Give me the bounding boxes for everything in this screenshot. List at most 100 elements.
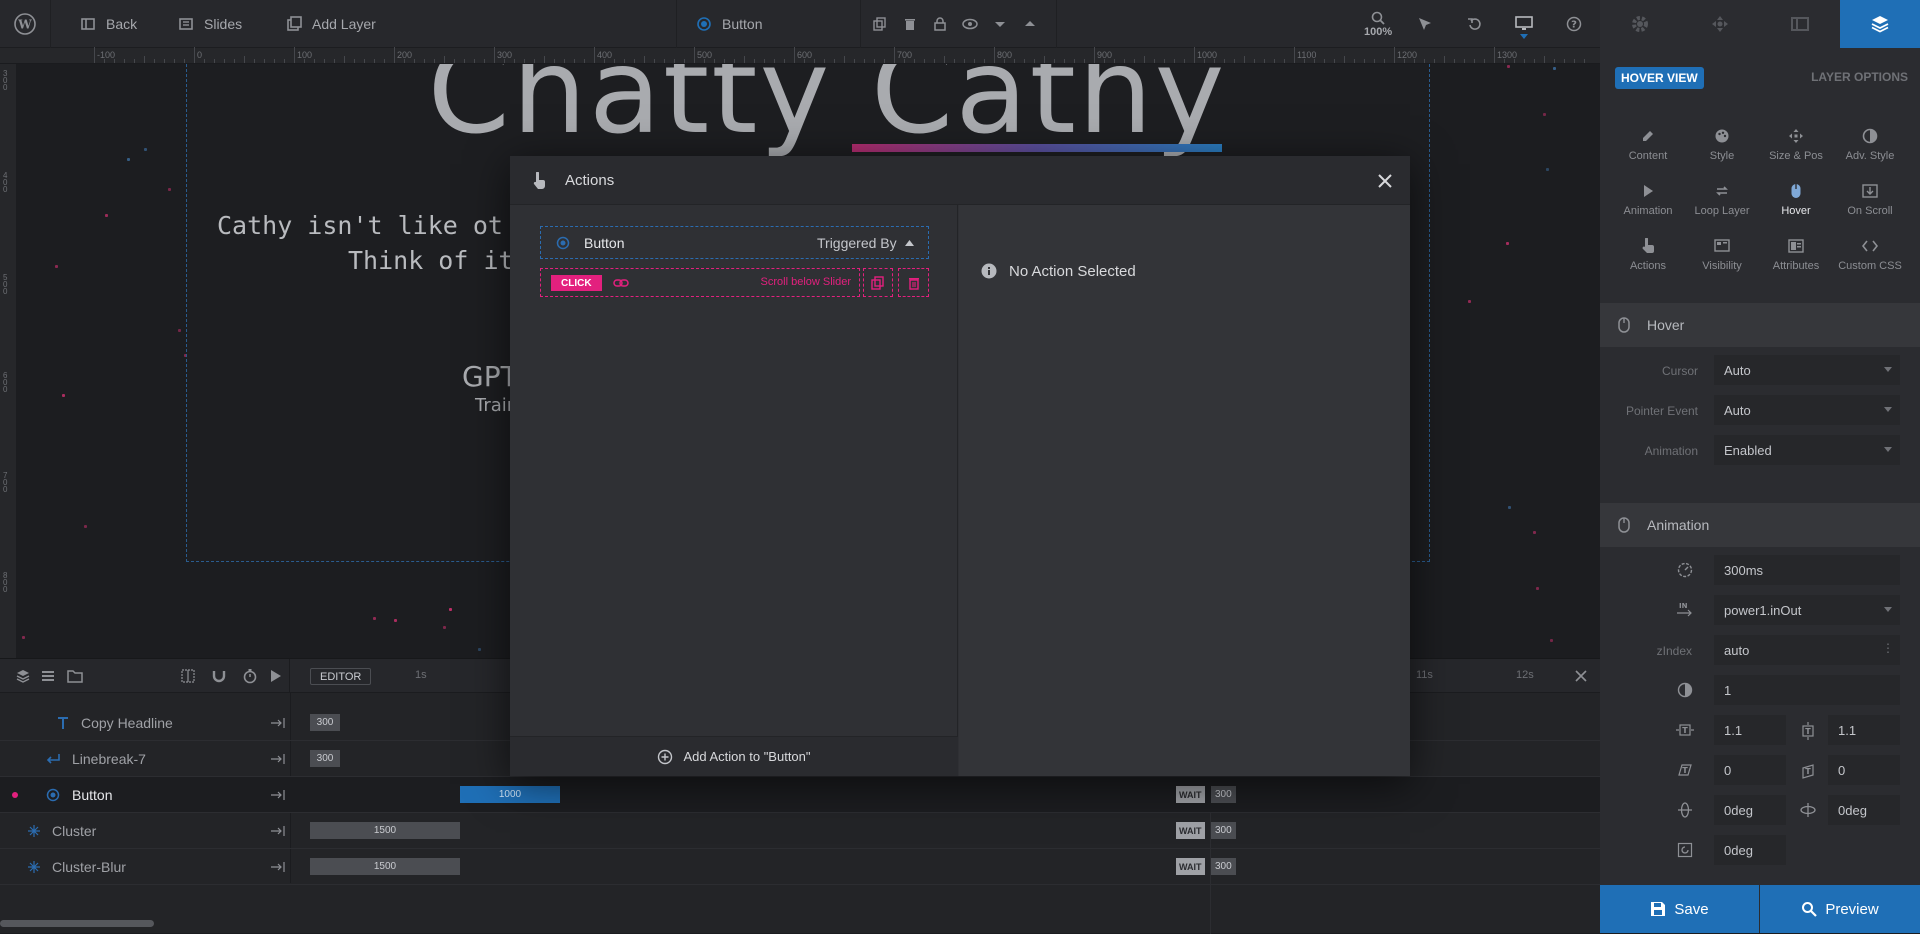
wait-value[interactable]: 300 — [1211, 858, 1236, 875]
cursor-select[interactable]: Auto — [1714, 355, 1900, 385]
option-on-scroll[interactable]: On Scroll — [1832, 183, 1908, 217]
add-action-button[interactable]: Add Action to "Button" — [510, 736, 958, 776]
close-icon[interactable] — [1574, 669, 1588, 683]
slides-button[interactable]: Slides — [178, 0, 242, 48]
triggered-by-label[interactable]: Triggered By — [817, 235, 897, 251]
save-button[interactable]: Save — [1600, 885, 1759, 933]
ruler-minor-tick — [1334, 59, 1335, 63]
timeline-row-button[interactable]: Button 1000 WAIT 300 — [0, 777, 1600, 813]
hover-section-header[interactable]: Hover — [1600, 303, 1920, 347]
play-icon[interactable] — [270, 669, 282, 683]
editor-badge[interactable]: EDITOR — [310, 668, 372, 685]
folder-icon[interactable] — [67, 669, 83, 683]
skew-y-field[interactable]: 0 — [1828, 755, 1900, 785]
layer-trigger-header[interactable]: Button Triggered By — [540, 226, 929, 259]
rotate-x-field[interactable]: 0deg — [1714, 795, 1786, 825]
option-loop-layer[interactable]: Loop Layer — [1684, 183, 1760, 217]
stopwatch-icon[interactable] — [242, 668, 258, 684]
timeline-bar[interactable]: 1000 — [460, 786, 560, 803]
zindex-field[interactable]: auto ⋮ — [1714, 635, 1900, 665]
ruler-minor-tick — [414, 59, 415, 63]
add-layer-button[interactable]: Add Layer — [286, 0, 376, 48]
collapse-icon[interactable] — [271, 754, 285, 764]
tab-navigation[interactable] — [1680, 0, 1760, 48]
action-item[interactable]: CLICK Scroll below Slider — [540, 268, 860, 297]
skew-x-field[interactable]: 0 — [1714, 755, 1786, 785]
preview-button[interactable]: Preview — [1760, 885, 1920, 933]
rotate-y-field[interactable]: 0deg — [1828, 795, 1900, 825]
option-size-pos[interactable]: Size & Pos — [1758, 128, 1834, 162]
list-icon[interactable] — [41, 669, 55, 683]
cursor-value: Auto — [1724, 362, 1751, 378]
wait-value[interactable]: 300 — [1211, 786, 1236, 803]
option-hover[interactable]: Hover — [1758, 183, 1834, 217]
caret-up-icon[interactable] — [905, 240, 914, 246]
duplicate-icon[interactable] — [872, 16, 888, 32]
option-custom-css[interactable]: Custom CSS — [1832, 238, 1908, 272]
more-icon[interactable]: ⋮ — [1882, 641, 1894, 655]
wait-value[interactable]: 300 — [1211, 822, 1236, 839]
device-switcher[interactable] — [1515, 0, 1533, 48]
ruler-minor-tick — [264, 59, 265, 63]
layer-tools — [872, 0, 1038, 48]
collapse-icon[interactable] — [271, 862, 285, 872]
rotate-z-field[interactable]: 0deg — [1714, 835, 1786, 865]
layers-icon[interactable] — [16, 669, 30, 683]
animation-section-header[interactable]: Animation — [1600, 503, 1920, 547]
back-button[interactable]: Back — [80, 0, 137, 48]
undo-button[interactable] — [1467, 0, 1483, 48]
timeline-row-cluster-blur[interactable]: Cluster-Blur 1500 WAIT 300 — [0, 849, 1600, 885]
delete-action-button[interactable] — [898, 268, 929, 297]
ruler-minor-tick — [1224, 59, 1225, 63]
copy-line-2[interactable]: Think of it — [348, 246, 514, 275]
tab-slide-options[interactable] — [1760, 0, 1840, 48]
eye-icon[interactable] — [962, 16, 978, 32]
copy-line-1[interactable]: Cathy isn't like ot — [217, 211, 503, 240]
scale-x-field[interactable]: 1.1 — [1714, 715, 1786, 745]
timeline-bar[interactable]: 300 — [310, 750, 340, 767]
arrow-up-icon[interactable] — [1022, 16, 1038, 32]
pointer-event-select[interactable]: Auto — [1714, 395, 1900, 425]
ruler-minor-tick — [1184, 59, 1185, 63]
opacity-field[interactable]: 1 — [1714, 675, 1900, 705]
animation-select[interactable]: Enabled — [1714, 435, 1900, 465]
option-content[interactable]: Content — [1610, 128, 1686, 162]
timeline-bar[interactable]: 1500 — [310, 858, 460, 875]
hover-view-badge[interactable]: HOVER VIEW — [1615, 67, 1704, 89]
grid-select-icon[interactable] — [181, 669, 195, 683]
ruler-tick — [794, 47, 795, 63]
magnet-icon[interactable] — [212, 669, 226, 683]
collapse-icon[interactable] — [271, 718, 285, 728]
timeline-bar[interactable]: 300 — [310, 714, 340, 731]
duration-field[interactable]: 300ms — [1714, 555, 1900, 585]
current-layer-selector[interactable]: Button — [696, 0, 762, 48]
timeline-row-cluster[interactable]: Cluster 1500 WAIT 300 — [0, 813, 1600, 849]
option-visibility[interactable]: Visibility — [1684, 238, 1760, 272]
zoom-control[interactable]: 100% — [1364, 0, 1392, 48]
ruler-minor-tick — [1464, 59, 1465, 63]
timeline-scrollbar[interactable] — [0, 920, 154, 927]
ruler-minor-tick — [1144, 56, 1145, 63]
underline-bar[interactable] — [852, 144, 1222, 152]
trash-icon[interactable] — [902, 16, 918, 32]
option-animation[interactable]: Animation — [1610, 183, 1686, 217]
option-style[interactable]: Style — [1684, 128, 1760, 162]
option-actions[interactable]: Actions — [1610, 238, 1686, 272]
collapse-icon[interactable] — [271, 790, 285, 800]
close-icon[interactable] — [1377, 173, 1393, 189]
option-attributes[interactable]: Attributes — [1758, 238, 1834, 272]
tab-layer-options[interactable] — [1840, 0, 1920, 48]
arrow-down-icon[interactable] — [992, 16, 1008, 32]
cursor-tool[interactable] — [1417, 0, 1433, 48]
timeline-bar[interactable]: 1500 — [310, 822, 460, 839]
chevron-down-icon — [1520, 33, 1528, 39]
scale-y-field[interactable]: 1.1 — [1828, 715, 1900, 745]
tab-slider-settings[interactable] — [1600, 0, 1680, 48]
lock-icon[interactable] — [932, 16, 948, 32]
duplicate-action-button[interactable] — [863, 268, 893, 297]
easing-select[interactable]: power1.inOut — [1714, 595, 1900, 625]
option-adv-style[interactable]: Adv. Style — [1832, 128, 1908, 162]
help-button[interactable]: ? — [1566, 0, 1582, 48]
wordpress-logo-icon[interactable]: W — [0, 0, 50, 48]
collapse-icon[interactable] — [271, 826, 285, 836]
